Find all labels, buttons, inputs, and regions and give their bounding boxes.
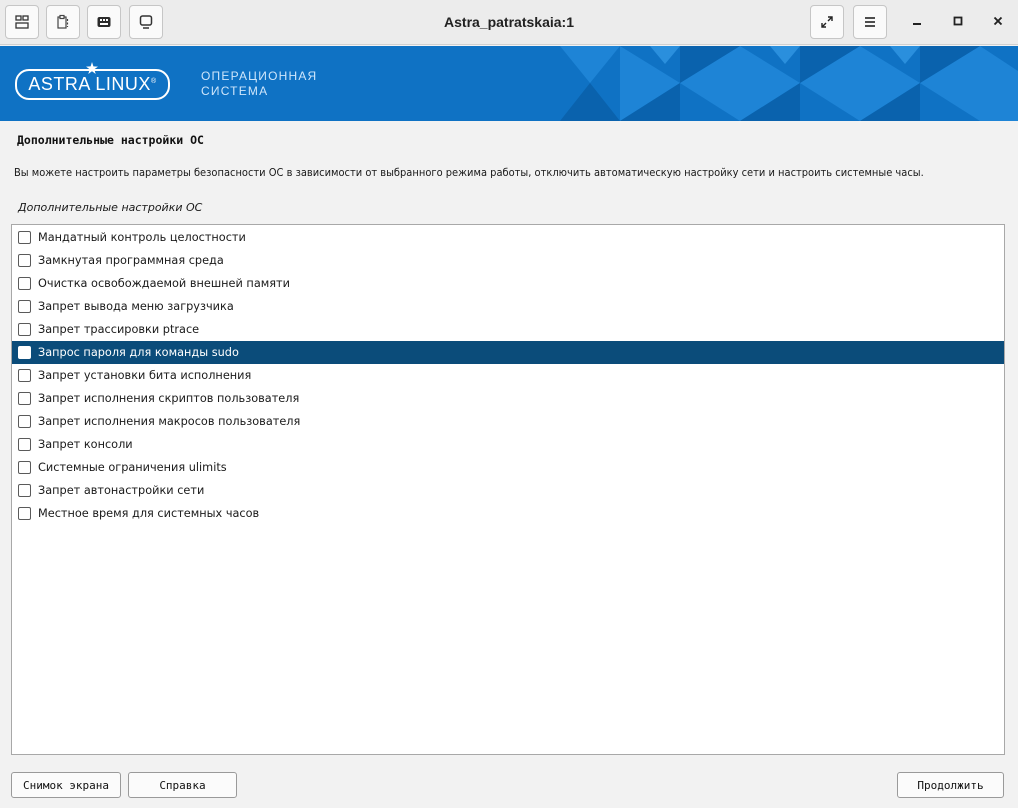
option-label: Очистка освобождаемой внешней памяти — [38, 277, 290, 290]
option-exec-bit[interactable]: Запрет установки бита исполнения — [12, 364, 1004, 387]
options-list: Мандатный контроль целостности Замкнутая… — [11, 224, 1005, 755]
keyboard-icon — [96, 14, 112, 30]
option-label: Замкнутая программная среда — [38, 254, 224, 267]
layout-button[interactable] — [5, 5, 39, 39]
page-description: Вы можете настроить параметры безопаснос… — [14, 166, 924, 179]
option-user-scripts[interactable]: Запрет исполнения скриптов пользователя — [12, 387, 1004, 410]
option-label: Запрос пароля для команды sudo — [38, 346, 239, 359]
option-label: Запрет установки бита исполнения — [38, 369, 252, 382]
clipboard-button[interactable] — [46, 5, 80, 39]
astra-banner: ASTRA LINUX® ОПЕРАЦИОННАЯ СИСТЕМА — [0, 46, 1018, 121]
option-memory-cleanup[interactable]: Очистка освобождаемой внешней памяти — [12, 272, 1004, 295]
option-label: Системные ограничения ulimits — [38, 461, 227, 474]
checkbox[interactable] — [18, 484, 31, 497]
option-bootloader-menu[interactable]: Запрет вывода меню загрузчика — [12, 295, 1004, 318]
clipboard-icon — [55, 14, 71, 30]
checkbox[interactable] — [18, 231, 31, 244]
checkbox[interactable] — [18, 415, 31, 428]
display-icon — [138, 14, 154, 30]
menu-button[interactable] — [853, 5, 887, 39]
maximize-button[interactable] — [944, 8, 972, 36]
layout-icon — [14, 14, 30, 30]
minimize-icon — [910, 13, 924, 32]
minimize-button[interactable] — [903, 8, 931, 36]
option-mandatory-integrity[interactable]: Мандатный контроль целостности — [12, 226, 1004, 249]
close-icon — [991, 13, 1005, 32]
menu-icon — [862, 14, 878, 30]
option-user-macros[interactable]: Запрет исполнения макросов пользователя — [12, 410, 1004, 433]
fullscreen-icon — [819, 14, 835, 30]
checkbox[interactable] — [18, 461, 31, 474]
option-label: Запрет исполнения скриптов пользователя — [38, 392, 300, 405]
help-button[interactable]: Справка — [128, 772, 237, 798]
checkbox[interactable] — [18, 392, 31, 405]
logo-subtitle: ОПЕРАЦИОННАЯ СИСТЕМА — [201, 69, 318, 98]
display-button[interactable] — [129, 5, 163, 39]
option-console[interactable]: Запрет консоли — [12, 433, 1004, 456]
checkbox[interactable] — [18, 346, 31, 359]
option-ptrace[interactable]: Запрет трассировки ptrace — [12, 318, 1004, 341]
continue-button[interactable]: Продолжить — [897, 772, 1004, 798]
option-label: Запрет вывода меню загрузчика — [38, 300, 234, 313]
keyboard-button[interactable] — [87, 5, 121, 39]
option-label: Запрет автонастройки сети — [38, 484, 205, 497]
checkbox[interactable] — [18, 300, 31, 313]
checkbox[interactable] — [18, 254, 31, 267]
fullscreen-button[interactable] — [810, 5, 844, 39]
checkbox[interactable] — [18, 323, 31, 336]
screenshot-button[interactable]: Снимок экрана — [11, 772, 121, 798]
option-label: Запрет консоли — [38, 438, 133, 451]
option-label: Местное время для системных часов — [38, 507, 260, 520]
option-label: Запрет исполнения макросов пользователя — [38, 415, 301, 428]
star-icon — [86, 59, 98, 78]
checkbox[interactable] — [18, 507, 31, 520]
option-label: Мандатный контроль целостности — [38, 231, 246, 244]
option-network-autoconfig[interactable]: Запрет автонастройки сети — [12, 479, 1004, 502]
checkbox[interactable] — [18, 369, 31, 382]
checkbox[interactable] — [18, 277, 31, 290]
list-caption: Дополнительные настройки ОС — [18, 201, 203, 214]
window-titlebar: Astra_patratskaia:1 — [0, 0, 1018, 45]
option-ulimits[interactable]: Системные ограничения ulimits — [12, 456, 1004, 479]
checkbox[interactable] — [18, 438, 31, 451]
option-sudo-password[interactable]: Запрос пароля для команды sudo — [12, 341, 1004, 364]
close-button[interactable] — [984, 8, 1012, 36]
page-title: Дополнительные настройки ОС — [17, 133, 204, 147]
maximize-icon — [951, 13, 965, 32]
option-local-time[interactable]: Местное время для системных часов — [12, 502, 1004, 525]
option-label: Запрет трассировки ptrace — [38, 323, 200, 336]
option-closed-environment[interactable]: Замкнутая программная среда — [12, 249, 1004, 272]
